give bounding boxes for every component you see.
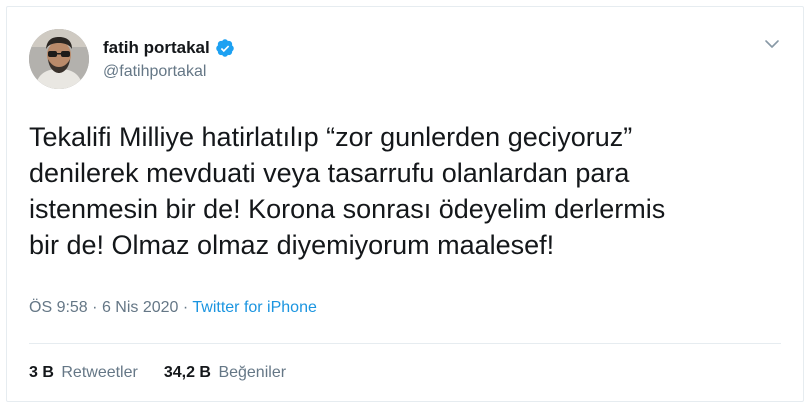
tweet-text: Tekalifi Milliye hatirlatılıp “zor gunle… <box>29 119 789 263</box>
tweet-text-line: bir de! Olmaz olmaz diyemiyorum maalesef… <box>29 230 555 260</box>
author-display-name[interactable]: fatih portakal <box>103 38 210 58</box>
likes-stat[interactable]: 34,2 B Beğeniler <box>164 364 286 382</box>
verified-badge-icon <box>215 38 235 58</box>
likes-count: 34,2 B <box>163 364 211 381</box>
avatar[interactable] <box>29 29 89 89</box>
retweets-label: Retweetler <box>61 364 138 381</box>
tweet-time[interactable]: ÖS 9:58 <box>29 299 88 316</box>
tweet-date[interactable]: 6 Nis 2020 <box>102 299 179 316</box>
tweet-metadata: ÖS 9:58 · 6 Nis 2020 · Twitter for iPhon… <box>29 299 317 317</box>
meta-separator: · <box>182 299 189 316</box>
tweet-header: fatih portakal @fatihportakal <box>29 29 235 89</box>
author-names: fatih portakal @fatihportakal <box>103 37 235 81</box>
likes-label: Beğeniler <box>218 364 287 381</box>
avatar-image <box>29 29 89 89</box>
author-name-row: fatih portakal <box>103 37 235 59</box>
chevron-down-icon[interactable] <box>763 35 781 53</box>
meta-separator: · <box>92 299 98 316</box>
tweet-stats: 3 B Retweetler 34,2 B Beğeniler <box>29 364 312 382</box>
tweet-text-line: istenmesin bir de! Korona sonrası ödeyel… <box>29 194 666 224</box>
tweet-card: fatih portakal @fatihportakal Tekalifi M… <box>6 6 804 402</box>
retweets-count: 3 B <box>29 364 54 381</box>
divider <box>29 343 781 344</box>
tweet-source-link[interactable]: Twitter for iPhone <box>192 299 317 316</box>
retweets-stat[interactable]: 3 B Retweetler <box>29 364 138 382</box>
author-handle[interactable]: @fatihportakal <box>103 63 235 81</box>
tweet-text-line: Tekalifi Milliye hatirlatılıp “zor gunle… <box>29 122 633 152</box>
tweet-text-line: denilerek mevduati veya tasarrufu olanla… <box>29 158 630 188</box>
